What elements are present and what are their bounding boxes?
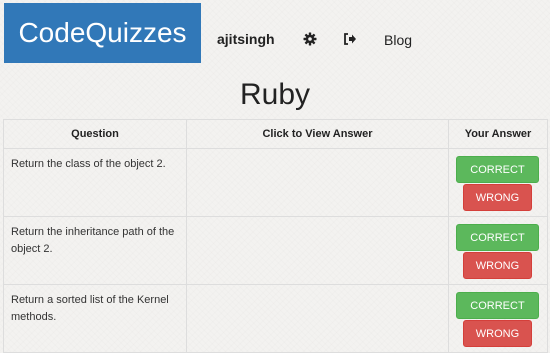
nav-username[interactable]: ajitsingh	[217, 31, 275, 47]
your-answer-cell: CORRECT WRONG	[448, 148, 548, 217]
table-row: Return the class of the object 2. CORREC…	[3, 148, 548, 217]
question-text: Return a sorted list of the Kernel metho…	[11, 294, 169, 323]
answer-reveal-cell[interactable]	[186, 284, 449, 353]
page-title: Ruby	[239, 78, 311, 111]
question-cell: Return the class of the object 2.	[3, 148, 187, 217]
wrong-button[interactable]: WRONG	[463, 252, 532, 279]
quiz-table: Question Click to View Answer Your Answe…	[3, 119, 548, 353]
table-row: Return a sorted list of the Kernel metho…	[3, 284, 548, 353]
correct-button[interactable]: CORRECT	[456, 224, 539, 251]
header-question: Question	[3, 119, 187, 149]
gear-icon[interactable]	[302, 31, 318, 47]
header-answer: Click to View Answer	[186, 119, 449, 149]
header-your-answer: Your Answer	[448, 119, 548, 149]
table-header-row: Question Click to View Answer Your Answe…	[3, 119, 548, 149]
question-text: Return the class of the object 2.	[11, 158, 166, 170]
correct-button[interactable]: CORRECT	[456, 292, 539, 319]
wrong-button[interactable]: WRONG	[463, 320, 532, 347]
nav-blog-link[interactable]: Blog	[384, 32, 412, 48]
question-cell: Return a sorted list of the Kernel metho…	[3, 284, 187, 353]
navbar: CodeQuizzes ajitsingh Blog	[0, 0, 550, 75]
correct-button[interactable]: CORRECT	[456, 156, 539, 183]
question-text: Return the inheritance path of the objec…	[11, 226, 175, 255]
answer-reveal-cell[interactable]	[186, 148, 449, 217]
your-answer-cell: CORRECT WRONG	[448, 216, 548, 285]
question-cell: Return the inheritance path of the objec…	[3, 216, 187, 285]
your-answer-cell: CORRECT WRONG	[448, 284, 548, 353]
answer-reveal-cell[interactable]	[186, 216, 449, 285]
brand-logo[interactable]: CodeQuizzes	[4, 3, 201, 63]
sign-out-icon[interactable]	[342, 31, 358, 47]
table-row: Return the inheritance path of the objec…	[3, 216, 548, 285]
wrong-button[interactable]: WRONG	[463, 184, 532, 211]
